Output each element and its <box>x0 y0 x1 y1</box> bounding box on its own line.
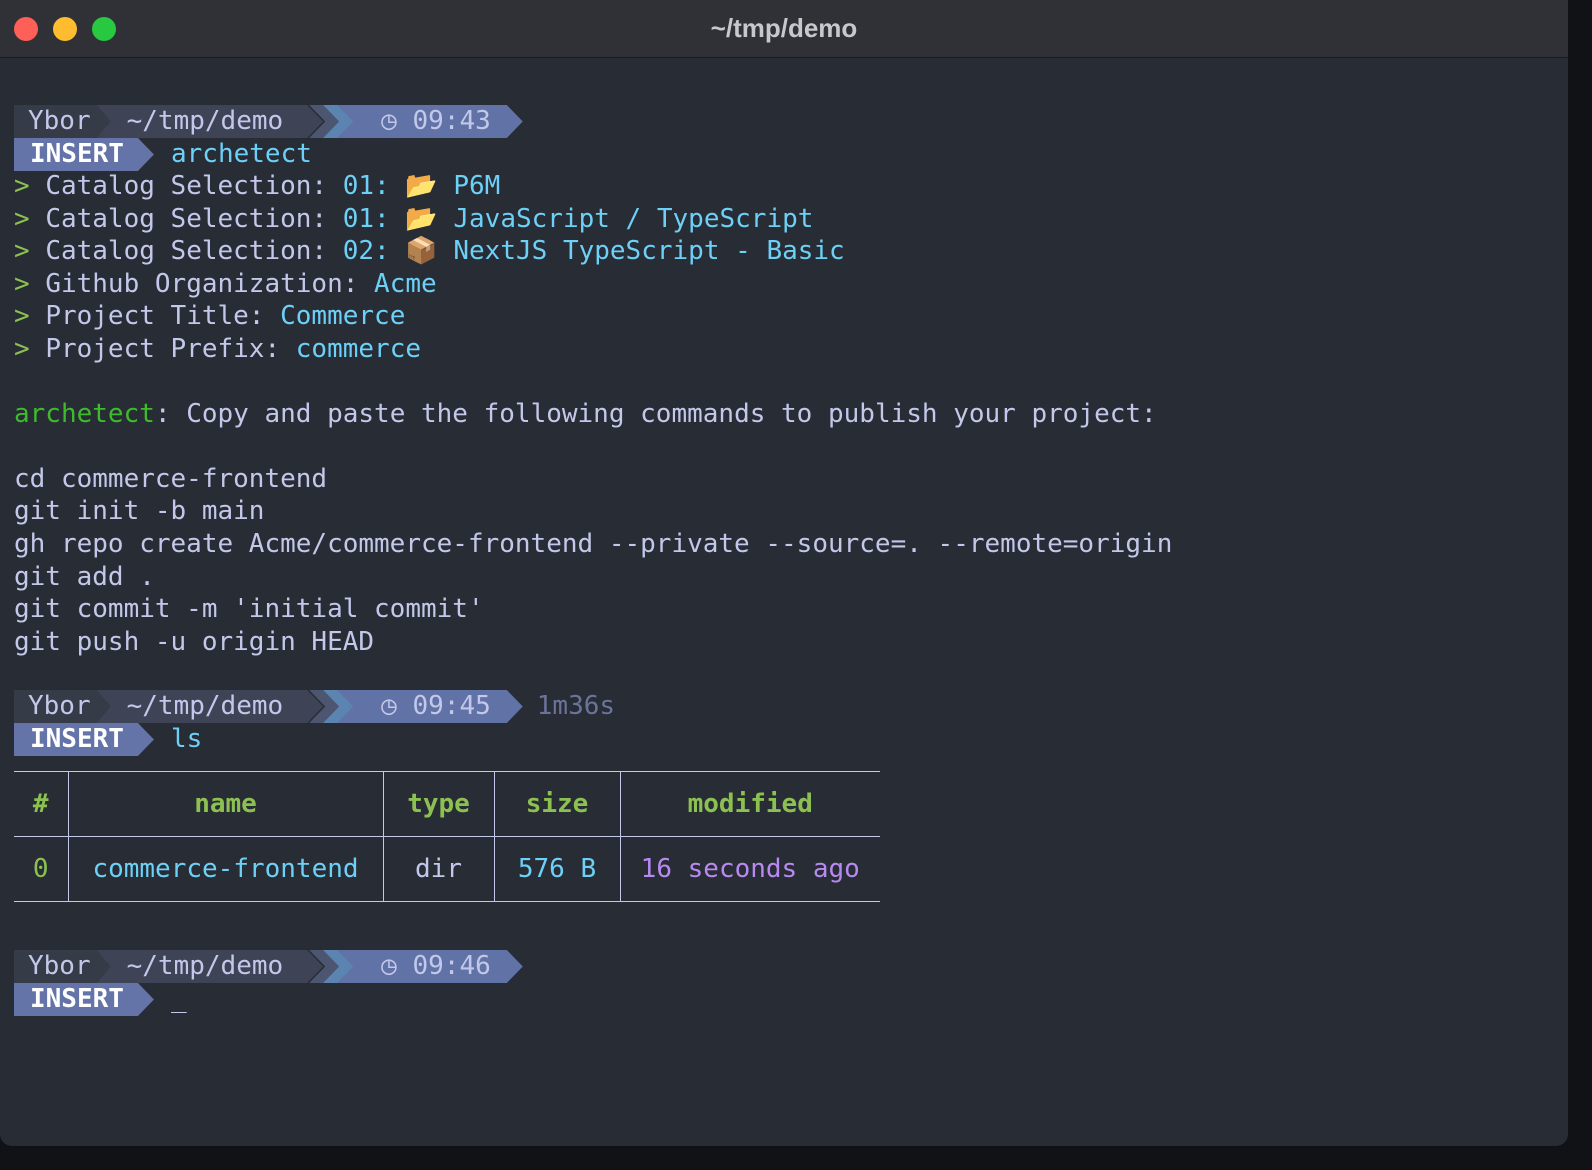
table-row: 0 commerce-frontend dir 576 B 16 seconds… <box>14 836 880 902</box>
mode-badge: INSERT <box>14 983 154 1016</box>
prompt-time: 09:43 <box>412 106 491 136</box>
prompt-path: ~/tmp/demo <box>97 690 324 723</box>
command-line[interactable]: git init -b main <box>14 495 264 528</box>
command-duration: 1m36s <box>536 691 616 721</box>
row-type: dir <box>382 836 494 902</box>
prompt-path: ~/tmp/demo <box>97 105 324 138</box>
row-index: 0 <box>14 836 68 902</box>
command-line[interactable]: git push -u origin HEAD <box>14 626 374 659</box>
ls-table: # name type size modified 0 commerce-fro… <box>14 771 880 902</box>
command-line[interactable]: git commit -m 'initial commit' <box>14 593 484 626</box>
cursor[interactable]: _ <box>171 983 187 1016</box>
title-bar: ~/tmp/demo <box>0 0 1568 58</box>
clock-icon: ◷ <box>381 106 397 136</box>
clock-icon: ◷ <box>381 691 397 721</box>
command-text: archetect <box>171 139 312 169</box>
window-title: ~/tmp/demo <box>710 13 858 43</box>
terminal-window: ~/tmp/demo Ybor ~/tmp/demo ◷ 09:43 INSER… <box>0 0 1568 1146</box>
command-line[interactable]: git add . <box>14 561 155 594</box>
prompt-path: ~/tmp/demo <box>97 950 324 983</box>
row-modified: 16 seconds ago <box>619 836 880 902</box>
answer-line: > Project Title: Commerce <box>14 301 406 331</box>
answer-line: > Project Prefix: commerce <box>14 334 422 364</box>
command-line[interactable]: gh repo create Acme/commerce-frontend --… <box>14 528 1172 561</box>
column-header: type <box>382 771 494 837</box>
command-text: ls <box>171 724 203 754</box>
column-header: size <box>493 771 620 837</box>
prompt-bar: Ybor ~/tmp/demo ◷ 09:45 1m36s <box>14 690 615 723</box>
answer-line: > Github Organization: Acme <box>14 269 437 299</box>
row-name: commerce-frontend <box>67 836 383 902</box>
prompt-user: Ybor <box>28 691 91 721</box>
answer-line: > Catalog Selection: 01: 📂 P6M <box>14 171 501 201</box>
column-header: name <box>67 771 383 837</box>
table-header: # name type size modified <box>14 771 880 837</box>
prompt-bar: Ybor ~/tmp/demo ◷ 09:46 <box>14 950 523 983</box>
prompt-user: Ybor <box>28 951 91 981</box>
command-line[interactable]: cd commerce-frontend <box>14 463 327 496</box>
prompt-user: Ybor <box>28 106 91 136</box>
prompt-time: 09:46 <box>412 951 491 981</box>
mode-badge: INSERT <box>14 723 154 756</box>
prompt-bar: Ybor ~/tmp/demo ◷ 09:43 <box>14 105 523 138</box>
column-header: # <box>14 771 68 837</box>
publish-message: archetect: Copy and paste the following … <box>14 399 1157 429</box>
answer-line: > Catalog Selection: 02: 📦 NextJS TypeSc… <box>14 236 845 266</box>
row-size: 576 B <box>493 836 620 902</box>
prompt-time: 09:45 <box>412 691 491 721</box>
clock-icon: ◷ <box>381 951 397 981</box>
answer-line: > Catalog Selection: 01: 📂 JavaScript / … <box>14 204 814 234</box>
mode-badge: INSERT <box>14 138 154 171</box>
column-header: modified <box>619 771 880 837</box>
